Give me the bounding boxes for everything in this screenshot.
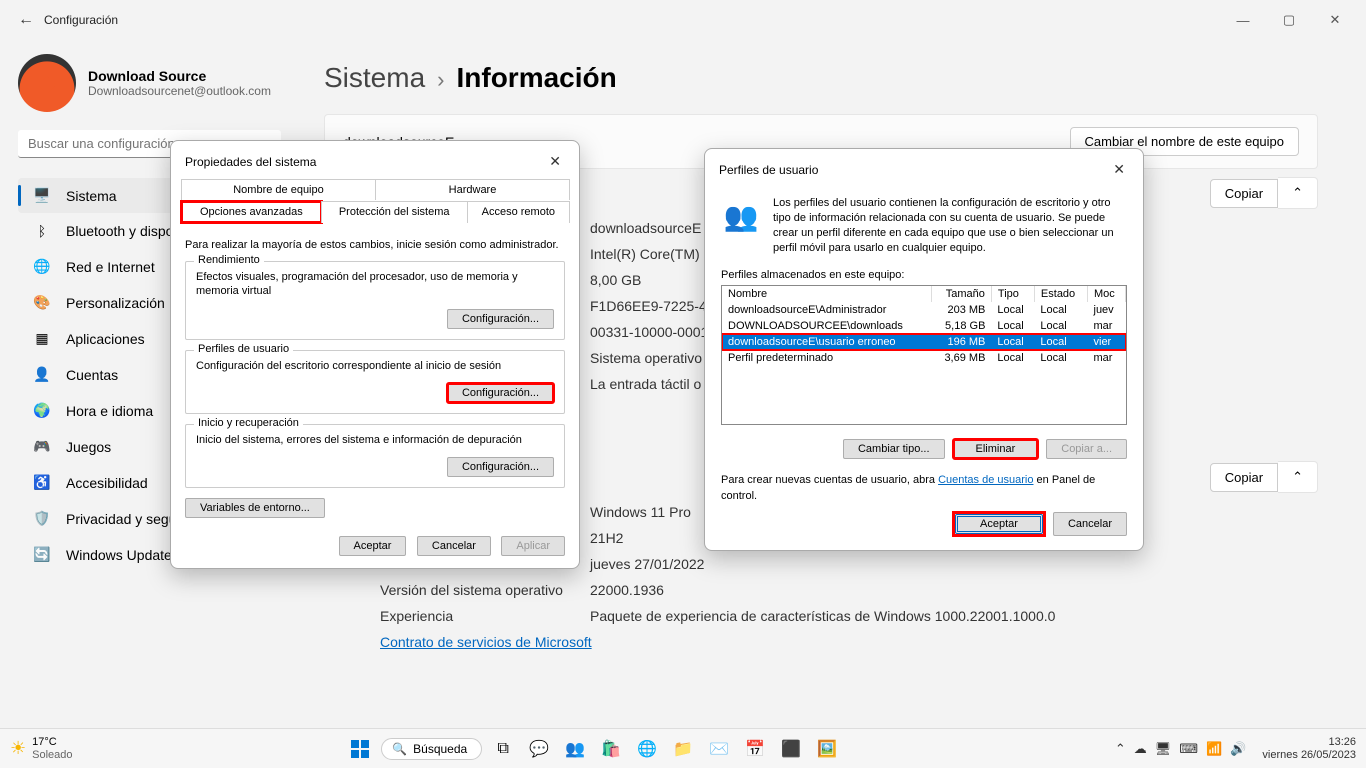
nav-icon: 🎮	[30, 438, 54, 455]
onedrive-icon[interactable]: ☁	[1134, 741, 1147, 757]
nav-icon: ᛒ	[30, 223, 54, 239]
search-icon: 🔍	[392, 742, 407, 756]
breadcrumb-sep: ›	[437, 67, 444, 93]
user-profiles-settings-button[interactable]: Configuración...	[447, 383, 554, 403]
userprof-close-button[interactable]: ✕	[1107, 159, 1131, 180]
app-button-1[interactable]: ⬛	[776, 734, 806, 764]
nav-icon: 🔄	[30, 546, 54, 563]
taskbar: ☀ 17°C Soleado 🔍 Búsqueda ⧉ 💬 👥 🛍️ 🌐 📁 ✉…	[0, 728, 1366, 768]
account-block[interactable]: ◆ Download Source Downloadsourcenet@outl…	[18, 54, 294, 112]
volume-icon[interactable]: 🔊	[1230, 741, 1246, 757]
window-title: Configuración	[44, 13, 118, 27]
avatar: ◆	[18, 54, 76, 112]
explorer-button[interactable]: 📁	[668, 734, 698, 764]
start-button[interactable]	[345, 734, 375, 764]
nav-icon: 🛡️	[30, 510, 54, 527]
nav-icon: 🖥️	[30, 187, 54, 204]
chevron-up-icon[interactable]: ⌃	[1115, 741, 1126, 757]
wifi-icon[interactable]: 📶	[1206, 741, 1222, 757]
nav-icon: ▦	[30, 330, 54, 347]
tab-remote[interactable]: Acceso remoto	[467, 201, 570, 223]
userprof-ok-button[interactable]: Aceptar	[955, 514, 1043, 534]
breadcrumb: Sistema › Información	[324, 62, 1318, 94]
nav-icon: ♿	[30, 474, 54, 491]
account-email: Downloadsourcenet@outlook.com	[88, 84, 271, 98]
copy-to-button[interactable]: Copiar a...	[1046, 439, 1127, 459]
calendar-button[interactable]: 📅	[740, 734, 770, 764]
sysprops-close-button[interactable]: ✕	[543, 151, 567, 172]
minimize-button[interactable]: —	[1220, 13, 1266, 28]
sun-icon: ☀	[10, 739, 26, 759]
nav-icon: 🎨	[30, 294, 54, 311]
create-accounts-text: Para crear nuevas cuentas de usuario, ab…	[721, 473, 1127, 504]
user-profiles-dialog: Perfiles de usuario ✕ 👥 Los perfiles del…	[704, 148, 1144, 551]
weather-widget[interactable]: ☀ 17°C Soleado	[10, 736, 73, 760]
user-profiles-group: Perfiles de usuario Configuración del es…	[185, 350, 565, 414]
sysprops-apply-button[interactable]: Aplicar	[501, 536, 565, 556]
back-button[interactable]: ←	[8, 11, 44, 29]
profile-row[interactable]: downloadsourceE\Administrador203 MBLocal…	[722, 302, 1126, 318]
change-type-button[interactable]: Cambiar tipo...	[843, 439, 945, 459]
edge-button[interactable]: 🌐	[632, 734, 662, 764]
system-properties-dialog: Propiedades del sistema ✕ Nombre de equi…	[170, 140, 580, 569]
startup-recovery-group: Inicio y recuperación Inicio del sistema…	[185, 424, 565, 488]
titlebar: ← Configuración — ▢ ✕	[0, 0, 1366, 40]
sysprops-title: Propiedades del sistema	[185, 155, 316, 169]
copy-specs-button[interactable]: Copiar	[1210, 179, 1278, 208]
teams-button[interactable]: 👥	[560, 734, 590, 764]
account-name: Download Source	[88, 68, 271, 84]
sysprops-ok-button[interactable]: Aceptar	[339, 536, 407, 556]
env-vars-button[interactable]: Variables de entorno...	[185, 498, 325, 518]
ms-contract-link[interactable]: Contrato de servicios de Microsoft	[380, 634, 592, 650]
close-button[interactable]: ✕	[1312, 12, 1358, 28]
tab-hardware[interactable]: Hardware	[375, 179, 570, 200]
userprof-title: Perfiles de usuario	[719, 163, 818, 177]
performance-group: Rendimiento Efectos visuales, programaci…	[185, 261, 565, 340]
userprof-stored-label: Perfiles almacenados en este equipo:	[721, 269, 1127, 281]
sysprops-cancel-button[interactable]: Cancelar	[417, 536, 491, 556]
user-accounts-link[interactable]: Cuentas de usuario	[938, 474, 1033, 486]
userprof-desc: Los perfiles del usuario contienen la co…	[773, 196, 1127, 255]
tab-advanced[interactable]: Opciones avanzadas	[181, 201, 322, 223]
expand-winspec-button[interactable]: ⌃	[1278, 461, 1318, 493]
system-tray[interactable]: ⌃ ☁ 🖥 ⌨ 📶 🔊 13:26 viernes 26/05/2023	[1115, 736, 1356, 760]
mail-button[interactable]: ✉️	[704, 734, 734, 764]
startup-settings-button[interactable]: Configuración...	[447, 457, 554, 477]
clock[interactable]: 13:26 viernes 26/05/2023	[1262, 736, 1356, 760]
sysprops-admin-note: Para realizar la mayoría de estos cambio…	[185, 239, 565, 251]
expand-specs-button[interactable]: ⌃	[1278, 177, 1318, 209]
taskbar-search[interactable]: 🔍 Búsqueda	[381, 738, 482, 760]
userprof-cancel-button[interactable]: Cancelar	[1053, 512, 1127, 536]
chat-button[interactable]: 💬	[524, 734, 554, 764]
nav-icon: 👤	[30, 366, 54, 383]
nav-icon: 🌐	[30, 258, 54, 275]
nav-icon: 🌍	[30, 402, 54, 419]
profile-row[interactable]: downloadsourceE\usuario erroneo196 MBLoc…	[722, 334, 1126, 350]
tab-computer-name[interactable]: Nombre de equipo	[181, 179, 376, 200]
profile-row[interactable]: DOWNLOADSOURCEE\downloads5,18 GBLocalLoc…	[722, 318, 1126, 334]
app-button-2[interactable]: 🖼️	[812, 734, 842, 764]
breadcrumb-second: Información	[456, 62, 616, 94]
profiles-table[interactable]: Nombre Tamaño Tipo Estado Moc downloadso…	[721, 285, 1127, 425]
language-icon[interactable]: ⌨	[1179, 741, 1198, 757]
user-profiles-icon: 👥	[721, 196, 761, 236]
delete-profile-button[interactable]: Eliminar	[953, 439, 1039, 459]
monitor-icon[interactable]: 🖥	[1155, 741, 1172, 757]
copy-winspec-button[interactable]: Copiar	[1210, 463, 1278, 492]
breadcrumb-first[interactable]: Sistema	[324, 62, 425, 94]
profile-row[interactable]: Perfil predeterminado3,69 MBLocalLocalma…	[722, 350, 1126, 366]
tab-protection[interactable]: Protección del sistema	[321, 201, 468, 223]
maximize-button[interactable]: ▢	[1266, 12, 1312, 28]
task-view-button[interactable]: ⧉	[488, 734, 518, 764]
performance-settings-button[interactable]: Configuración...	[447, 309, 554, 329]
store-button[interactable]: 🛍️	[596, 734, 626, 764]
